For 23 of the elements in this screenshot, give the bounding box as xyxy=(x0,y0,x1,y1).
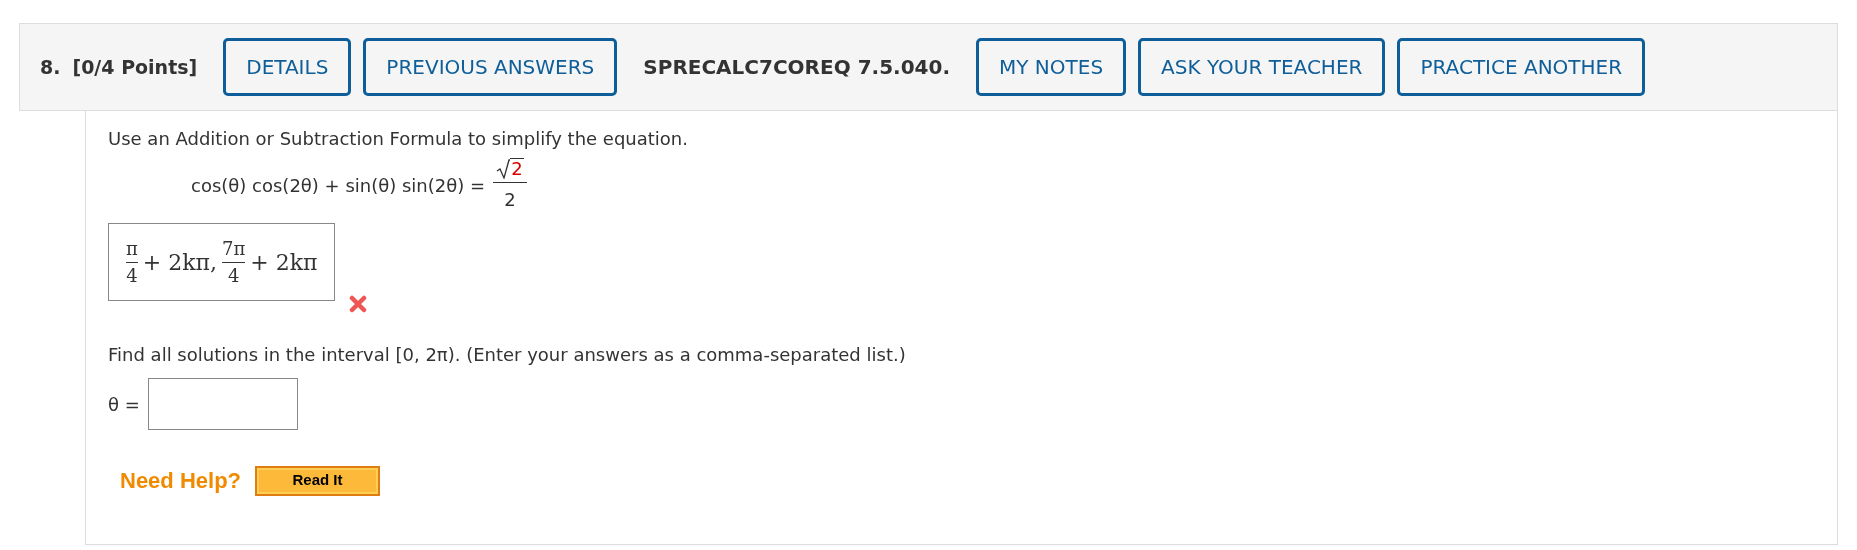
header-button[interactable]: ASK YOUR TEACHER xyxy=(1138,38,1386,96)
numerator: π xyxy=(126,238,138,259)
question-number: 8. xyxy=(40,54,61,80)
read-it-button[interactable]: Read It xyxy=(255,465,381,496)
question-prompt: Use an Addition or Subtraction Formula to simplify the equation. xyxy=(108,127,689,151)
square-root: 2 xyxy=(496,158,524,179)
numerator: 7π xyxy=(222,238,246,259)
need-help-label: Need Help? xyxy=(120,467,242,495)
denominator: 2 xyxy=(504,188,516,212)
answer-input[interactable] xyxy=(147,378,298,430)
denominator: 4 xyxy=(126,265,138,286)
answer-term: + 2kπ xyxy=(250,248,318,277)
header-button[interactable]: PRACTICE ANOTHER xyxy=(1397,38,1646,96)
theta-label: θ = xyxy=(108,392,140,417)
header-button[interactable]: DETAILS xyxy=(223,38,352,96)
points-label: [0/4 Points] xyxy=(72,54,198,80)
header-button[interactable]: PREVIOUS ANSWERS xyxy=(363,38,618,96)
question-code: SPRECALC7COREQ 7.5.040. xyxy=(643,54,950,81)
denominator: 4 xyxy=(228,265,240,286)
equation-text: cos(θ) cos(2θ) + sin(θ) sin(2θ) = xyxy=(191,174,486,198)
answer-term: + 2kπ, xyxy=(142,248,218,277)
header-button[interactable]: MY NOTES xyxy=(976,38,1127,96)
question-prompt: Find all solutions in the interval [0, 2π). (Enter your answers as a comma-separated list.) xyxy=(108,343,907,367)
